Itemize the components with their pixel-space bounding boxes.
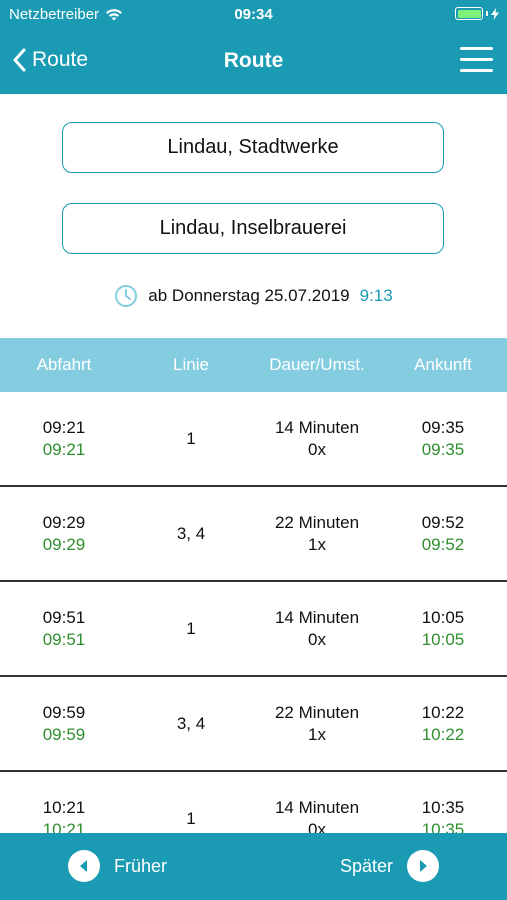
connection-row[interactable]: 09:59 09:59 3, 4 22 Minuten 1x 10:22 10:22 [0, 677, 507, 772]
connection-row[interactable]: 09:29 09:29 3, 4 22 Minuten 1x 09:52 09:52 [0, 487, 507, 582]
menu-button[interactable] [460, 47, 493, 73]
earlier-label: Früher [114, 855, 168, 876]
duration: 14 Minuten [274, 798, 360, 817]
duration: 14 Minuten [274, 608, 360, 627]
header-line: Linie [173, 355, 209, 374]
connection-row[interactable]: 09:51 09:51 1 14 Minuten 0x 10:05 10:05 [0, 582, 507, 677]
changes: 0x [308, 630, 326, 649]
departure-cell: 09:21 09:21 [14, 417, 114, 461]
chevron-left-circle-icon [68, 850, 100, 882]
arrival-realtime: 09:35 [421, 440, 465, 459]
arrival-time: 09:52 [421, 513, 465, 532]
departure-time: 09:29 [42, 513, 86, 532]
duration-cell: 22 Minuten 1x [242, 702, 392, 746]
bottom-toolbar: Früher Später [0, 833, 507, 900]
header-arrival: Ankunft [414, 355, 472, 374]
duration-cell: 14 Minuten 0x [242, 417, 392, 461]
duration: 22 Minuten [274, 703, 360, 722]
departure-cell: 09:51 09:51 [14, 607, 114, 651]
later-label: Später [339, 855, 393, 876]
back-label: Route [32, 48, 89, 71]
time-label: 9:13 [359, 286, 393, 305]
navigation-bar: Route Route [0, 30, 507, 94]
departure-realtime: 10:21 [42, 820, 86, 833]
table-header: Abfahrt Linie Dauer/Umst. Ankunft [0, 338, 507, 392]
arrival-time: 10:35 [421, 798, 465, 817]
departure-realtime: 09:51 [42, 630, 86, 649]
changes: 1x [308, 535, 326, 554]
duration-cell: 14 Minuten 0x [242, 797, 392, 833]
arrival-realtime: 10:22 [421, 725, 465, 744]
arrival-realtime: 09:52 [421, 535, 465, 554]
departure-time: 09:21 [42, 418, 86, 437]
menu-icon [460, 47, 493, 50]
status-bar: Netzbetreiber 09:34 [0, 0, 507, 30]
line-cell: 1 [186, 429, 196, 448]
later-button[interactable]: Später [340, 850, 439, 882]
arrival-realtime: 10:05 [421, 630, 465, 649]
arrival-cell: 10:22 10:22 [393, 702, 493, 746]
arrival-time: 10:22 [421, 703, 465, 722]
arrival-cell: 09:35 09:35 [393, 417, 493, 461]
back-button[interactable]: Route [12, 48, 88, 72]
chevron-right-circle-icon [407, 850, 439, 882]
connection-row[interactable]: 10:21 10:21 1 14 Minuten 0x 10:35 10:35 [0, 772, 507, 833]
duration: 22 Minuten [274, 513, 360, 532]
line-cell: 1 [186, 809, 196, 828]
date-label: ab Donnerstag 25.07.2019 [148, 286, 350, 305]
earlier-button[interactable]: Früher [68, 850, 167, 882]
arrival-realtime: 10:35 [421, 820, 465, 833]
arrival-cell: 10:05 10:05 [393, 607, 493, 651]
line-cell: 3, 4 [176, 714, 206, 733]
header-duration: Dauer/Umst. [269, 355, 365, 374]
arrival-time: 09:35 [421, 418, 465, 437]
departure-cell: 09:59 09:59 [14, 702, 114, 746]
line-cell: 3, 4 [176, 524, 206, 543]
departure-time: 10:21 [42, 798, 86, 817]
departure-time: 09:59 [42, 703, 86, 722]
departure-time: 09:51 [42, 608, 86, 627]
duration: 14 Minuten [274, 418, 360, 437]
charging-bolt-icon [491, 7, 499, 20]
battery-icon [455, 7, 499, 20]
departure-realtime: 09:21 [42, 440, 86, 459]
duration-cell: 14 Minuten 0x [242, 607, 392, 651]
departure-time-selector[interactable]: ab Donnerstag 25.07.2019 9:13 [0, 284, 507, 308]
chevron-left-icon [13, 48, 26, 72]
changes: 0x [308, 820, 326, 833]
arrival-cell: 10:35 10:35 [393, 797, 493, 833]
changes: 0x [308, 440, 326, 459]
departure-cell: 09:29 09:29 [14, 512, 114, 556]
line-cell: 1 [186, 619, 196, 638]
duration-cell: 22 Minuten 1x [242, 512, 392, 556]
origin-field[interactable]: Lindau, Stadtwerke [62, 122, 444, 173]
status-time: 09:34 [234, 6, 273, 23]
arrival-time: 10:05 [421, 608, 465, 627]
connection-row[interactable]: 09:21 09:21 1 14 Minuten 0x 09:35 09:35 [0, 392, 507, 487]
arrival-cell: 09:52 09:52 [393, 512, 493, 556]
departure-cell: 10:21 10:21 [14, 797, 114, 833]
departure-realtime: 09:29 [42, 535, 86, 554]
destination-field[interactable]: Lindau, Inselbrauerei [62, 203, 444, 254]
connections-list: 09:21 09:21 1 14 Minuten 0x 09:35 09:35 09:… [0, 392, 507, 833]
changes: 1x [308, 725, 326, 744]
departure-realtime: 09:59 [42, 725, 86, 744]
header-departure: Abfahrt [36, 355, 92, 374]
clock-icon [115, 285, 138, 307]
